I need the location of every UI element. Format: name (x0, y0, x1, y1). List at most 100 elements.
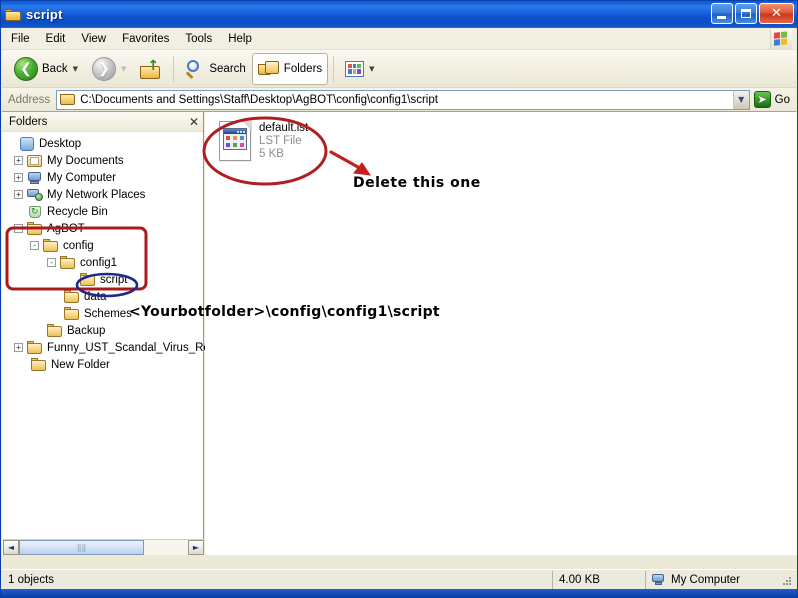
folders-pane-title: Folders (9, 115, 48, 128)
views-icon (345, 60, 365, 77)
folders-button[interactable]: Folders (251, 52, 329, 85)
tree-item-funny-ust-scandal-virus-remover[interactable]: + Funny_UST_Scandal_Virus_Remo (2, 339, 226, 356)
tree-item-my-network-places[interactable]: + My Network Places (2, 186, 203, 203)
tree-item-new-folder[interactable]: New Folder (2, 356, 203, 373)
tree-item-label: My Computer (47, 171, 117, 184)
status-total-size: 4.00 KB (559, 573, 600, 586)
folders-pane-header: Folders ✕ (2, 112, 203, 132)
back-dropdown-icon[interactable]: ▼ (73, 65, 78, 73)
status-location: My Computer (646, 571, 796, 589)
resize-grip[interactable] (780, 574, 794, 588)
tree-item-my-computer[interactable]: + My Computer (2, 169, 203, 186)
search-button-label: Search (209, 62, 246, 75)
back-button[interactable]: ❮ Back ▼ (8, 53, 86, 85)
folder-icon (31, 357, 47, 372)
folder-icon (27, 340, 43, 355)
file-size: 5 KB (259, 148, 284, 160)
scrollbar-track[interactable]: ‖‖ (19, 540, 188, 555)
close-icon[interactable]: ✕ (189, 116, 199, 128)
tree-item-label: Desktop (39, 137, 82, 150)
toolbar: ❮ Back ▼ ❯ ▼ ↑ Search Folders ▼ (2, 50, 796, 88)
expand-icon[interactable]: + (14, 173, 23, 182)
scroll-right-button[interactable]: ► (188, 540, 204, 555)
magnifier-icon (185, 59, 205, 79)
my-computer-icon (652, 573, 666, 587)
tree-item-desktop[interactable]: Desktop (2, 135, 203, 152)
tree-item-config[interactable]: - config (2, 237, 203, 254)
up-button[interactable]: ↑ (134, 53, 168, 85)
collapse-icon[interactable]: - (47, 258, 56, 267)
menu-item-favorites[interactable]: Favorites (115, 31, 176, 47)
collapse-icon[interactable]: - (14, 224, 23, 233)
annotation-path-note: <Yourbotfolder>\config\config1\script (129, 304, 440, 320)
file-item-text: default.lst LST File 5 KB (259, 120, 308, 160)
recycle-bin-icon: ↻ (27, 205, 43, 219)
address-folder-icon (60, 93, 76, 107)
folder-icon (43, 238, 59, 253)
expand-icon[interactable]: + (14, 343, 23, 352)
scrollbar-grip: ‖‖ (76, 543, 87, 552)
tree-item-label: Backup (67, 324, 106, 337)
search-button[interactable]: Search (179, 53, 251, 85)
folder-icon (80, 272, 96, 287)
tree-item-config1[interactable]: - config1 (2, 254, 203, 271)
folder-icon (47, 323, 63, 338)
tree-item-script[interactable]: script (2, 271, 203, 288)
window-title: script (26, 7, 63, 22)
tree-item-data[interactable]: data (2, 288, 203, 305)
folders-horizontal-scrollbar[interactable]: ◄ ‖‖ ► (3, 539, 204, 555)
expand-icon[interactable]: + (14, 156, 23, 165)
tree-item-label: My Documents (47, 154, 124, 167)
folder-icon (64, 306, 80, 321)
status-object-count: 1 objects (8, 573, 55, 586)
lst-file-icon (217, 120, 253, 162)
menu-item-view[interactable]: View (74, 31, 113, 47)
minimize-button[interactable] (711, 3, 733, 24)
my-network-places-icon (27, 188, 43, 202)
window-bottom-edge (1, 589, 797, 597)
explorer-window: script ✕ File Edit View Favorites Tools … (0, 0, 798, 598)
maximize-button[interactable] (735, 3, 757, 24)
folder-icon (27, 221, 43, 236)
go-button[interactable]: ➤ Go (750, 91, 796, 108)
menu-item-edit[interactable]: Edit (39, 31, 73, 47)
menu-item-file[interactable]: File (4, 31, 37, 47)
expand-icon[interactable]: + (14, 190, 23, 199)
close-button[interactable]: ✕ (759, 3, 794, 24)
file-item-default-lst[interactable]: default.lst LST File 5 KB (217, 120, 308, 162)
tree-item-label: My Network Places (47, 188, 146, 201)
tree-item-backup[interactable]: Backup (2, 322, 203, 339)
status-location-label: My Computer (671, 573, 741, 586)
scrollbar-thumb[interactable]: ‖‖ (19, 540, 145, 555)
menu-item-tools[interactable]: Tools (178, 31, 219, 47)
views-dropdown-icon[interactable]: ▼ (369, 65, 374, 73)
expander-placeholder (14, 207, 23, 216)
desktop-icon (19, 136, 35, 151)
file-type: LST File (259, 135, 302, 147)
collapse-icon[interactable]: - (30, 241, 39, 250)
title-bar[interactable]: script ✕ (1, 1, 797, 28)
address-dropdown-button[interactable]: ▼ (732, 89, 750, 110)
tree-item-my-documents[interactable]: + My Documents (2, 152, 203, 169)
my-documents-icon (27, 154, 43, 168)
views-button[interactable]: ▼ (339, 53, 382, 85)
tree-item-label: AgBOT (47, 222, 85, 235)
tree-item-label: config (63, 239, 94, 252)
address-input[interactable]: C:\Documents and Settings\Staff\Desktop\… (56, 89, 733, 110)
forward-button[interactable]: ❯ ▼ (86, 53, 134, 85)
tree-item-label: Recycle Bin (47, 205, 108, 218)
address-label: Address (8, 93, 51, 106)
file-list-pane[interactable]: default.lst LST File 5 KB (205, 112, 797, 555)
go-arrow-icon: ➤ (753, 91, 771, 108)
tree-item-label: Funny_UST_Scandal_Virus_Remo (47, 341, 226, 354)
tree-item-label: New Folder (51, 358, 110, 371)
tree-item-agbot[interactable]: - AgBOT (2, 220, 203, 237)
my-computer-icon (27, 171, 43, 185)
tree-item-recycle-bin[interactable]: ↻ Recycle Bin (2, 203, 203, 220)
toolbar-separator-1 (173, 55, 175, 82)
scroll-left-button[interactable]: ◄ (3, 540, 19, 555)
forward-arrow-icon: ❯ (91, 56, 116, 81)
menu-item-help[interactable]: Help (221, 31, 259, 47)
address-value: C:\Documents and Settings\Staff\Desktop\… (80, 93, 438, 106)
window-controls: ✕ (711, 3, 794, 24)
